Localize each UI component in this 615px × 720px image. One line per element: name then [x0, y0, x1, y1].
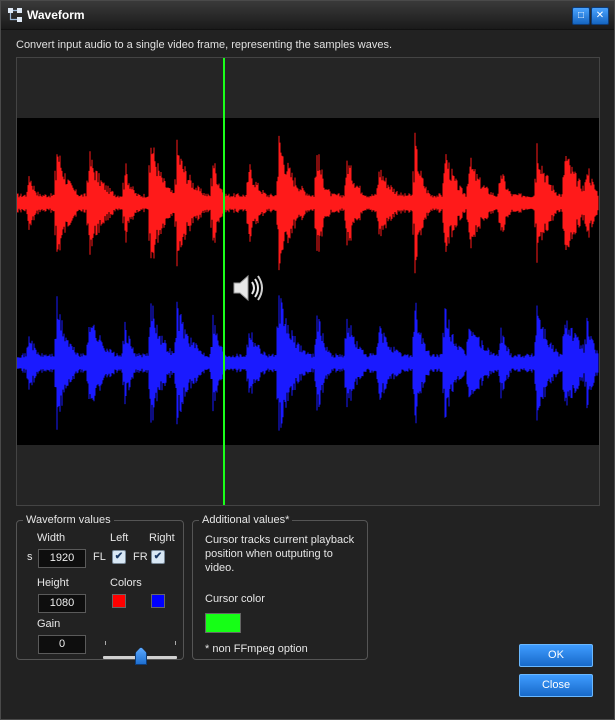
cursor-color-label: Cursor color — [205, 593, 265, 605]
gain-input[interactable]: 0 — [38, 635, 86, 654]
left-color-swatch[interactable] — [112, 594, 126, 608]
waveform-preview — [16, 57, 600, 506]
ok-button[interactable]: OK — [519, 644, 593, 667]
window-title: Waveform — [27, 8, 85, 22]
additional-values-legend: Additional values* — [202, 514, 290, 526]
right-channel-waveform — [17, 295, 599, 431]
waveform-graphic — [17, 132, 599, 431]
right-label: Right — [149, 532, 175, 544]
non-ffmpeg-footnote: * non FFmpeg option — [205, 643, 308, 655]
left-label: Left — [110, 532, 129, 544]
right-color-swatch[interactable] — [151, 594, 165, 608]
waveform-dialog: Waveform □ ✕ Convert input audio to a si… — [0, 0, 615, 720]
playback-cursor[interactable] — [223, 58, 225, 505]
width-input[interactable]: 1920 — [38, 549, 86, 568]
fr-label: FR — [133, 551, 148, 563]
slider-tick-min — [105, 641, 106, 645]
height-label: Height — [37, 577, 69, 589]
right-channel-checkbox[interactable]: ✔ — [151, 550, 165, 564]
close-button[interactable]: Close — [519, 674, 593, 697]
gain-label: Gain — [37, 618, 61, 630]
colors-label: Colors — [110, 577, 142, 589]
cursor-note-line2: position when outputing to — [205, 548, 333, 560]
width-label: Width — [37, 532, 66, 544]
dialog-description: Convert input audio to a single video fr… — [16, 39, 393, 51]
left-channel-waveform — [17, 132, 599, 274]
title-bar[interactable]: Waveform □ ✕ — [1, 1, 614, 30]
slider-tick-max — [175, 641, 176, 645]
additional-values-group: Additional values* Cursor tracks current… — [192, 514, 368, 660]
gain-slider-thumb[interactable] — [135, 647, 147, 665]
app-icon — [8, 8, 22, 22]
cursor-note-line1: Cursor tracks current playback — [205, 534, 355, 546]
waveform-canvas — [17, 118, 599, 445]
waveform-values-group: Waveform values Width s 1920 Left Right … — [16, 514, 184, 665]
close-icon: ✕ — [595, 10, 605, 21]
restore-icon: □ — [577, 10, 585, 21]
width-prefix-label: s — [27, 551, 33, 563]
fl-label: FL — [93, 551, 106, 563]
left-channel-checkbox[interactable]: ✔ — [112, 550, 126, 564]
restore-button[interactable]: □ — [572, 7, 590, 25]
waveform-values-legend: Waveform values — [26, 514, 111, 526]
speaker-icon — [233, 274, 263, 302]
cursor-note-line3: video. — [205, 562, 235, 574]
height-input[interactable]: 1080 — [38, 594, 86, 613]
cursor-color-swatch[interactable] — [205, 613, 241, 633]
close-window-button[interactable]: ✕ — [591, 7, 609, 25]
